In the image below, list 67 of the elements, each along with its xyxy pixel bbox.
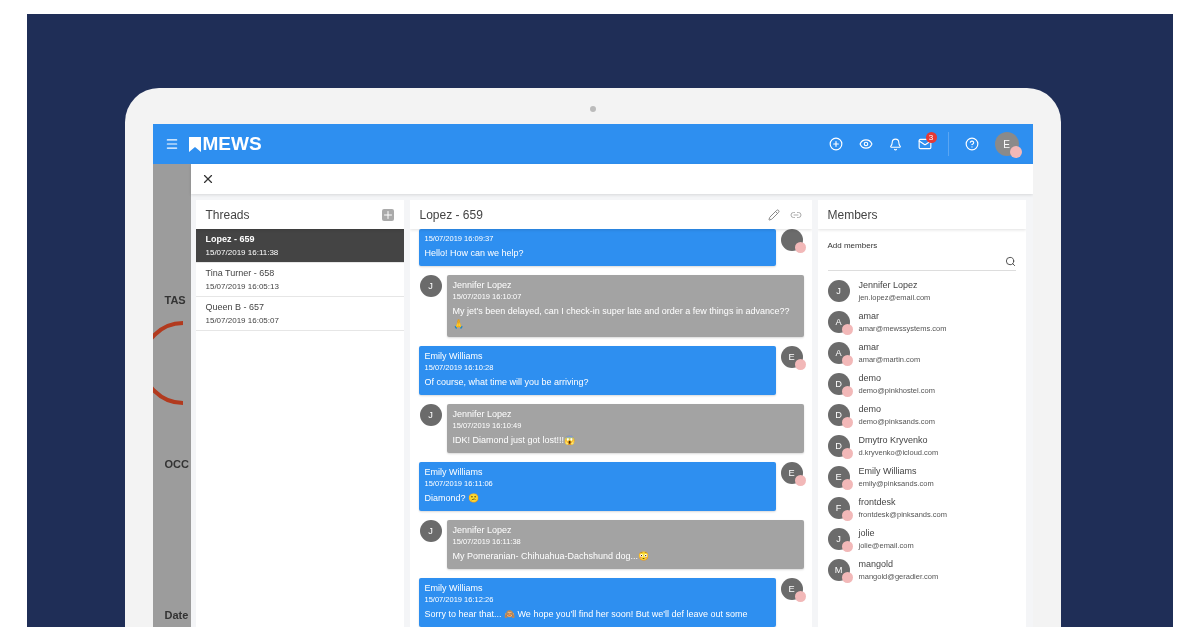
member-name: demo: [858, 404, 882, 414]
member-name: mangold: [858, 559, 895, 569]
sender-avatar: J: [419, 275, 442, 297]
add-icon[interactable]: [828, 137, 843, 151]
member-name: Dmytro Kryvenko: [858, 435, 929, 445]
member-avatar: E: [827, 466, 850, 488]
member-name: jolie: [858, 528, 876, 538]
member-name: demo: [858, 373, 882, 383]
sender-avatar: J: [419, 520, 442, 542]
sender-avatar: E: [780, 346, 803, 368]
logo-text: MEWS: [202, 133, 262, 155]
message-text: Hello! How can we help?: [424, 247, 525, 260]
message-text: Sorry to hear that... 🙈 We hope you'll find her soon! But we'll def leave out some: [424, 608, 749, 621]
mail-icon[interactable]: [917, 137, 932, 151]
sender-name: Jennifer Lopez: [452, 280, 513, 290]
message-text: My Pomeranian- Chihuahua-Dachshund dog...😳: [452, 550, 651, 563]
thread-name: Tina Turner - 658: [205, 268, 276, 278]
sender-avatar: E: [780, 462, 803, 484]
member-avatar: J: [827, 280, 850, 302]
sender-name: Jennifer Lopez: [452, 525, 513, 535]
help-icon[interactable]: [964, 137, 979, 151]
sender-avatar: J: [419, 404, 442, 426]
member-avatar: A: [827, 311, 850, 333]
member-avatar: D: [827, 404, 850, 426]
thread-time: 15/07/2019 16:05:07: [205, 316, 280, 325]
sender-name: Emily Williams: [424, 467, 484, 477]
sender-name: Jennifer Lopez: [452, 409, 513, 419]
user-avatar: E: [994, 132, 1019, 156]
member-name: Jennifer Lopez: [858, 280, 919, 290]
member-avatar: D: [827, 435, 850, 457]
member-avatar: A: [827, 342, 850, 364]
member-name: Emily Williams: [858, 466, 918, 476]
section-label: OCC: [163, 458, 190, 470]
message-text: Of course, what time will you be arriving?: [424, 376, 590, 389]
thread-name: Lopez - 659: [205, 234, 256, 244]
message-text: My jet's been delayed, can I check-in super late and order a few things in advance??🙏: [452, 305, 791, 331]
panel-title: Members: [827, 207, 879, 222]
search-icon[interactable]: [1004, 255, 1016, 267]
member-name: amar: [858, 342, 880, 352]
message-text: IDK! Diamond just got lost!!!😱: [452, 434, 577, 447]
thread-name: Queen B - 657: [205, 302, 266, 312]
thread-item[interactable]: Lopez - 659 15/07/2019 16:11:38: [195, 229, 404, 263]
panel-title: Lopez - 659: [419, 207, 484, 222]
edit-icon[interactable]: [767, 208, 780, 221]
menu-icon[interactable]: [164, 137, 179, 151]
message-text: Diamond? 😕: [424, 492, 481, 505]
bookmark-icon: [188, 136, 201, 152]
member-name: frontdesk: [858, 497, 897, 507]
eye-icon[interactable]: [858, 137, 873, 151]
sender-name: Emily Williams: [424, 583, 484, 593]
sender-name: Emily Williams: [424, 351, 484, 361]
section-label: Date: [163, 609, 190, 621]
camera-dot: [589, 106, 596, 112]
field-label: Add members: [827, 241, 879, 250]
member-avatar: F: [827, 497, 850, 519]
member-avatar: M: [827, 559, 850, 581]
section-label: TAS: [163, 294, 187, 306]
member-avatar: J: [827, 528, 850, 550]
member-name: amar: [858, 311, 880, 321]
add-thread-icon[interactable]: [381, 208, 394, 221]
bell-icon[interactable]: [888, 137, 902, 151]
thread-time: 15/07/2019 16:11:38: [205, 248, 280, 257]
notification-badge: 3: [925, 132, 937, 143]
sender-avatar: E: [780, 578, 803, 600]
panel-title: Threads: [205, 207, 251, 222]
thread-time: 15/07/2019 16:05:13: [205, 282, 280, 291]
member-avatar: D: [827, 373, 850, 395]
